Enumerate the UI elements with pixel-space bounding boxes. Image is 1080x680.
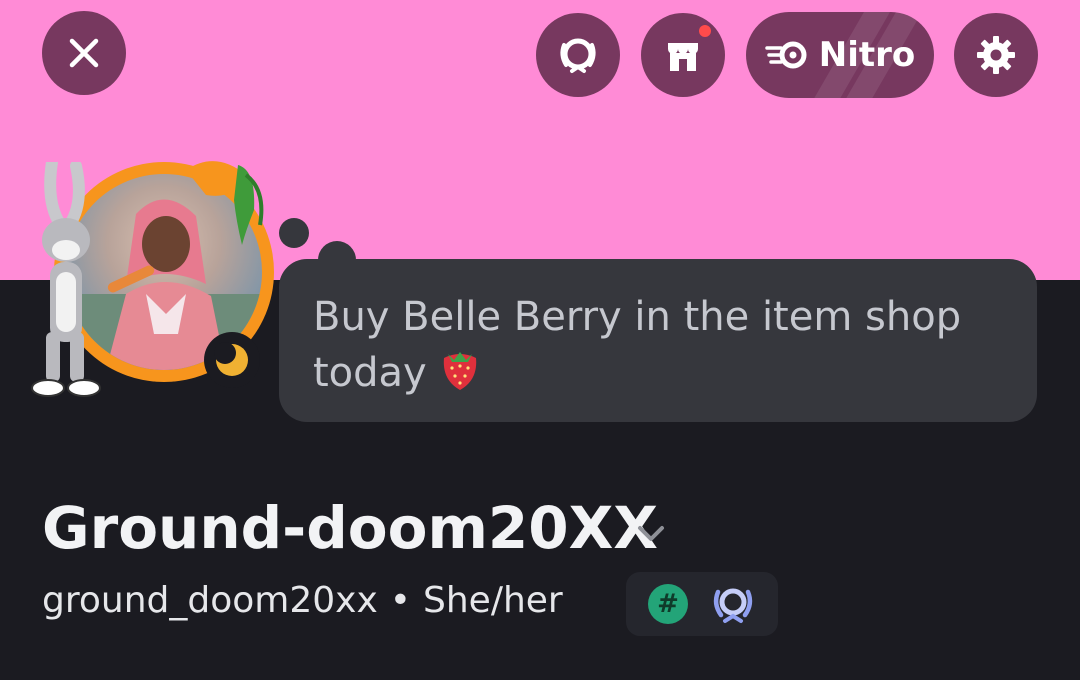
custom-status-bubble[interactable]: Buy Belle Berry in the item shop today	[279, 259, 1037, 422]
close-icon	[69, 38, 99, 68]
carrot-decoration	[186, 161, 264, 245]
wreath-icon	[560, 38, 596, 73]
nitro-icon	[765, 41, 807, 69]
settings-button[interactable]	[954, 13, 1038, 97]
nitro-label: Nitro	[818, 35, 916, 75]
separator-dot: •	[389, 580, 411, 621]
close-button[interactable]	[42, 11, 126, 95]
quests-button[interactable]	[536, 13, 620, 97]
avatar[interactable]	[26, 150, 276, 402]
bubble-tail-small	[279, 218, 309, 248]
bunny-decoration	[31, 162, 101, 397]
hashtag-badge[interactable]: #	[648, 584, 688, 624]
shop-icon	[668, 43, 698, 71]
chevron-down-icon[interactable]	[634, 518, 668, 548]
notification-dot	[699, 25, 711, 37]
username-line: ground_doom20xx • She/her	[42, 580, 563, 621]
custom-status-text: Buy Belle Berry in the item shop today	[313, 294, 962, 396]
wreath-badge[interactable]	[710, 582, 756, 626]
shop-button[interactable]	[641, 13, 725, 97]
nitro-button[interactable]: Nitro	[746, 12, 934, 98]
display-name: Ground-doom20XX	[42, 494, 659, 562]
username: ground_doom20xx	[42, 580, 378, 621]
strawberry-emoji	[443, 352, 477, 390]
profile-badges: #	[626, 572, 778, 636]
idle-moon-icon	[214, 342, 248, 376]
gear-icon	[977, 36, 1015, 74]
status-badge	[204, 332, 260, 388]
pronouns: She/her	[423, 580, 563, 621]
